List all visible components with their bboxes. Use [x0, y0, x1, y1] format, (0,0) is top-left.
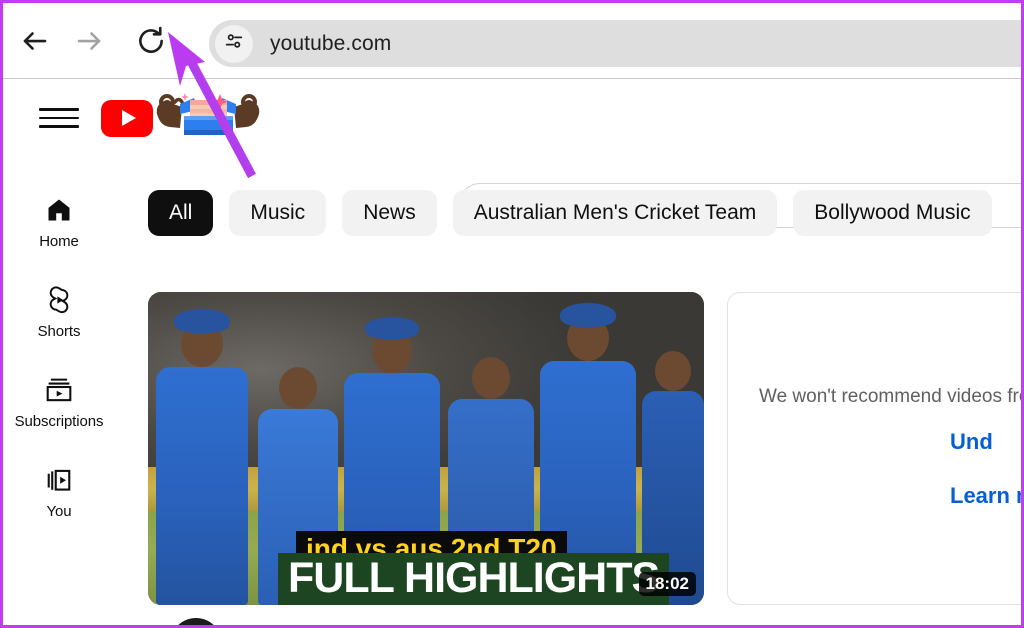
reload-icon — [136, 26, 166, 56]
back-arrow-icon — [20, 26, 50, 56]
not-interested-card: We won't recommend videos fro Und Learn … — [727, 292, 1024, 605]
you-library-icon — [45, 466, 73, 494]
filter-chip-all[interactable]: All — [148, 190, 214, 236]
sidebar-item-label: You — [46, 503, 72, 520]
chip-label: All — [169, 201, 193, 224]
youtube-logo-icon[interactable] — [101, 99, 153, 137]
sidebar-item-label: Subscriptions — [14, 413, 104, 430]
gift-box-doodle-icon[interactable] — [154, 90, 262, 147]
thumbnail-overlay-subtitle: FULL HIGHLIGHTS — [278, 553, 670, 605]
filter-chip-bollywood-music[interactable]: Bollywood Music — [793, 190, 992, 236]
sidebar-item-home[interactable]: Home — [3, 178, 115, 268]
overlay-subtitle-text: FULL HIGHLIGHTS — [288, 554, 660, 602]
chip-label: Australian Men's Cricket Team — [473, 201, 757, 224]
url-text: youtube.com — [270, 31, 392, 55]
not-interested-message: We won't recommend videos fro — [759, 386, 1024, 407]
sidebar-item-label: Shorts — [37, 323, 81, 340]
site-settings-tune-icon — [223, 30, 245, 57]
video-duration-badge: 18:02 — [638, 572, 696, 596]
duration-text: 18:02 — [645, 574, 689, 593]
address-bar[interactable]: youtube.com — [209, 20, 1024, 67]
channel-avatar[interactable] — [170, 618, 222, 628]
learn-more-link[interactable]: Learn m — [950, 483, 1024, 509]
browser-toolbar: youtube.com — [3, 3, 1024, 79]
forward-button[interactable] — [67, 19, 111, 63]
back-button[interactable] — [13, 19, 57, 63]
home-icon — [45, 196, 73, 224]
chip-label: Music — [250, 201, 306, 224]
reload-button[interactable] — [129, 19, 173, 63]
sidebar-item-you[interactable]: You — [3, 448, 115, 538]
shorts-icon — [45, 286, 73, 314]
sidebar-item-label: Home — [39, 233, 79, 250]
forward-arrow-icon — [74, 26, 104, 56]
sidebar-item-shorts[interactable]: Shorts — [3, 268, 115, 358]
sidebar: Home Shorts Subscriptions You — [3, 170, 115, 625]
undo-link[interactable]: Und — [950, 429, 993, 455]
site-settings-button[interactable] — [215, 24, 253, 63]
sidebar-item-subscriptions[interactable]: Subscriptions — [3, 358, 115, 448]
hamburger-menu-icon[interactable] — [39, 98, 79, 138]
filter-chip-music[interactable]: Music — [229, 190, 327, 236]
subscriptions-icon — [44, 376, 74, 404]
filter-chip-australian-mens-cricket-team[interactable]: Australian Men's Cricket Team — [452, 190, 778, 236]
youtube-masthead — [3, 80, 1024, 228]
player-figure — [156, 309, 248, 605]
filter-chip-bar: All Music News Australian Men's Cricket … — [148, 190, 992, 236]
chip-label: Bollywood Music — [814, 201, 971, 224]
filter-chip-news[interactable]: News — [342, 190, 437, 236]
chip-label: News — [363, 201, 416, 224]
video-thumbnail[interactable]: YO ind vs aus 2nd T20 FULL HIGHLIGHTS 18… — [148, 292, 704, 605]
